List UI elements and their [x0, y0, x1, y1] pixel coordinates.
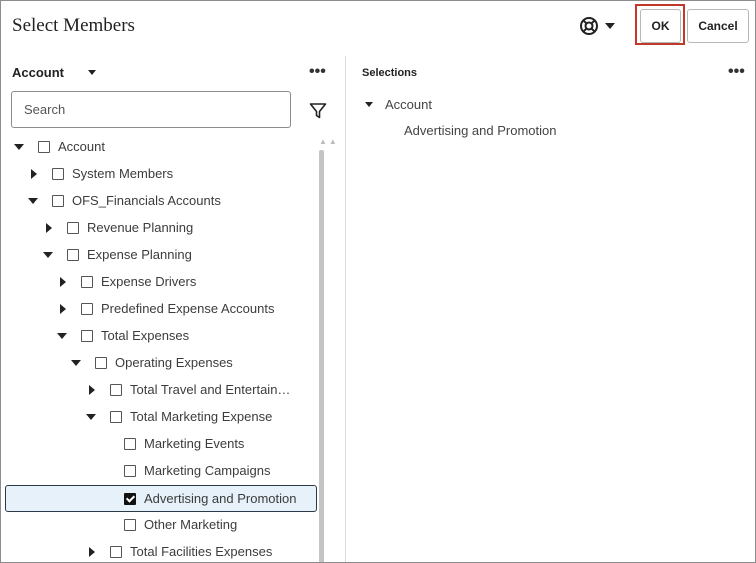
tree-row[interactable]: Expense Drivers — [1, 268, 317, 295]
tree-row-label: System Members — [72, 166, 174, 181]
member-checkbox[interactable] — [81, 275, 93, 288]
filter-icon[interactable] — [309, 102, 327, 125]
member-checkbox[interactable] — [124, 464, 136, 477]
left-more-menu-button[interactable]: ••• — [309, 63, 326, 81]
selections-heading: Selections — [362, 67, 418, 79]
collapse-icon[interactable] — [43, 251, 53, 258]
tree-row-label: Total Marketing Expense — [130, 409, 273, 424]
expand-icon[interactable] — [31, 168, 37, 179]
tree-row[interactable]: Operating Expenses — [1, 349, 317, 376]
member-checkbox-checked[interactable] — [124, 492, 136, 505]
collapse-icon[interactable] — [86, 413, 96, 420]
help-menu[interactable] — [579, 15, 619, 37]
tree-row-label: Expense Planning — [87, 247, 192, 262]
dimension-label: Account — [12, 65, 64, 80]
tree-row-label: Operating Expenses — [115, 355, 233, 370]
right-more-menu-button[interactable]: ••• — [728, 63, 745, 81]
dialog-title: Select Members — [12, 15, 135, 36]
tree-row[interactable]: Total Facilities Expenses — [1, 538, 317, 562]
selection-group-label: Account — [385, 97, 432, 112]
member-checkbox[interactable] — [124, 437, 136, 450]
lifebuoy-icon — [579, 16, 599, 36]
member-checkbox[interactable] — [81, 302, 93, 315]
scroll-up-arrows[interactable]: ▲▲ — [319, 137, 339, 146]
select-members-dialog: Select Members OK Cancel Account ••• ▲▲ — [0, 0, 756, 563]
member-checkbox[interactable] — [67, 248, 79, 261]
ok-button[interactable]: OK — [640, 9, 681, 43]
collapse-icon[interactable] — [365, 102, 373, 107]
expand-icon[interactable] — [60, 303, 66, 314]
collapse-icon[interactable] — [14, 143, 24, 150]
tree-row-label: Account — [58, 139, 105, 154]
tree-row-label: Revenue Planning — [87, 220, 194, 235]
tree-row-selected[interactable]: Advertising and Promotion — [5, 485, 317, 512]
tree-row[interactable]: Marketing Campaigns — [1, 457, 317, 484]
tree-row[interactable]: Revenue Planning — [1, 214, 317, 241]
tree-row-label: Total Facilities Expenses — [130, 544, 273, 559]
tree-row[interactable]: System Members — [1, 160, 317, 187]
member-checkbox[interactable] — [95, 356, 107, 369]
search-input[interactable] — [11, 91, 291, 128]
expand-icon[interactable] — [60, 276, 66, 287]
member-checkbox[interactable] — [81, 329, 93, 342]
member-checkbox[interactable] — [124, 518, 136, 531]
tree-row-label: Total Travel and Entertain… — [130, 382, 291, 397]
tree-row[interactable]: OFS_Financials Accounts — [1, 187, 317, 214]
tree-row[interactable]: Marketing Events — [1, 430, 317, 457]
tree-row-label: Predefined Expense Accounts — [101, 301, 275, 316]
tree-row[interactable]: Total Travel and Entertain… — [1, 376, 317, 403]
tree-row[interactable]: Other Marketing — [1, 511, 317, 538]
tree-row-label: Advertising and Promotion — [144, 491, 297, 506]
collapse-icon[interactable] — [28, 197, 38, 204]
member-checkbox[interactable] — [38, 140, 50, 153]
panel-divider — [345, 56, 346, 562]
member-checkbox[interactable] — [52, 194, 64, 207]
tree-scrollbar[interactable] — [319, 150, 324, 562]
tree-row[interactable]: Expense Planning — [1, 241, 317, 268]
collapse-icon[interactable] — [71, 359, 81, 366]
tree-row-label: OFS_Financials Accounts — [72, 193, 221, 208]
expand-icon[interactable] — [89, 384, 95, 395]
member-checkbox[interactable] — [110, 383, 122, 396]
chevron-down-icon — [605, 23, 615, 29]
tree-row[interactable]: Predefined Expense Accounts — [1, 295, 317, 322]
member-checkbox[interactable] — [110, 410, 122, 423]
tree-row-label: Expense Drivers — [101, 274, 197, 289]
selection-group[interactable]: Account — [365, 97, 432, 112]
expand-icon[interactable] — [89, 546, 95, 557]
tree-row[interactable]: Total Expenses — [1, 322, 317, 349]
member-checkbox[interactable] — [110, 545, 122, 558]
tree-row[interactable]: Account — [1, 133, 317, 160]
member-checkbox[interactable] — [52, 167, 64, 180]
tree-row[interactable]: Total Marketing Expense — [1, 403, 317, 430]
tree-row-label: Other Marketing — [144, 517, 238, 532]
chevron-down-icon — [88, 70, 96, 75]
member-checkbox[interactable] — [67, 221, 79, 234]
cancel-button[interactable]: Cancel — [687, 9, 749, 43]
expand-icon[interactable] — [46, 222, 52, 233]
selection-item[interactable]: Advertising and Promotion — [404, 123, 556, 138]
tree-row-label: Total Expenses — [101, 328, 190, 343]
collapse-icon[interactable] — [57, 332, 67, 339]
tree-row-label: Marketing Events — [144, 436, 245, 451]
tree-row-label: Marketing Campaigns — [144, 463, 271, 478]
dimension-selector[interactable]: Account — [12, 65, 96, 80]
